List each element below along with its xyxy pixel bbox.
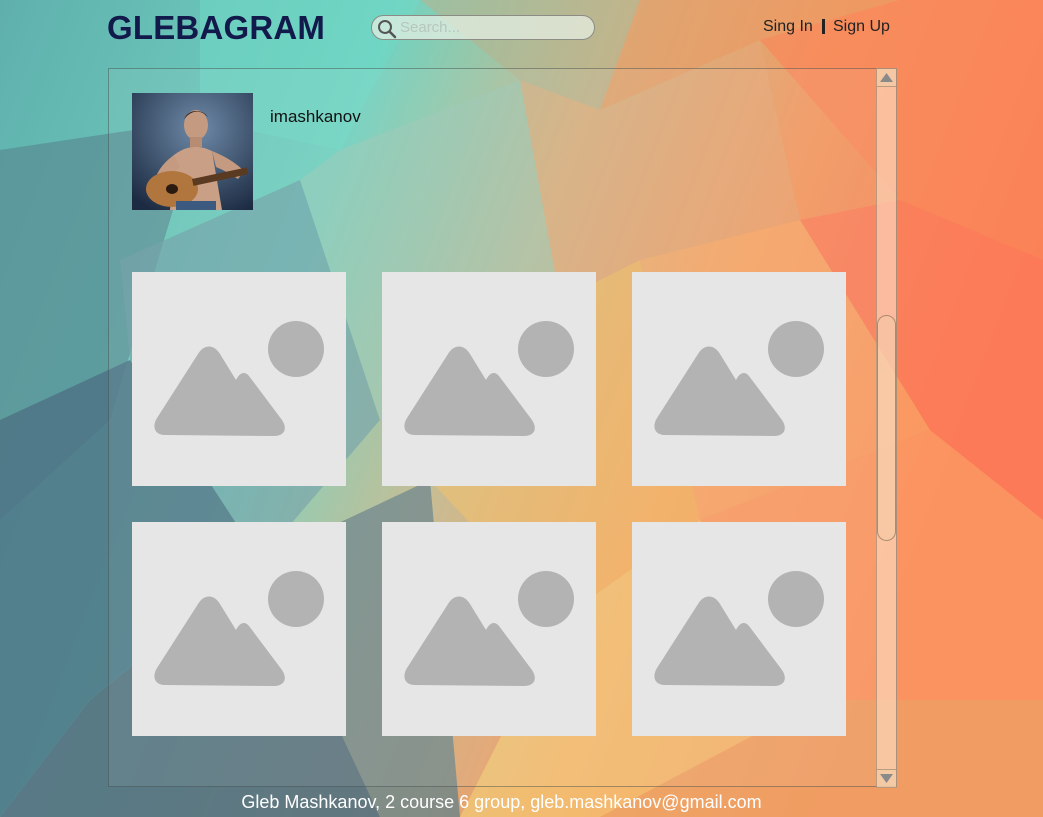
sign-up-link[interactable]: Sign Up <box>833 18 890 38</box>
image-placeholder-icon <box>154 321 324 436</box>
scroll-up-button[interactable] <box>877 69 896 87</box>
photo-placeholder[interactable] <box>132 272 346 486</box>
search-icon <box>378 20 397 39</box>
scroll-down-button[interactable] <box>877 769 896 787</box>
photo-placeholder[interactable] <box>632 272 846 486</box>
image-placeholder-icon <box>404 571 574 686</box>
image-placeholder-icon <box>654 321 824 436</box>
site-logo[interactable]: GLEBAGRAM <box>107 9 325 47</box>
scrollbar-thumb[interactable] <box>877 315 896 541</box>
auth-divider <box>822 19 825 34</box>
scrollbar[interactable] <box>876 68 897 788</box>
profile-username[interactable]: imashkanov <box>270 107 361 127</box>
photo-placeholder[interactable] <box>132 522 346 736</box>
image-placeholder-icon <box>404 321 574 436</box>
photo-placeholder[interactable] <box>382 522 596 736</box>
arrow-down-icon <box>880 774 893 783</box>
sign-in-link[interactable]: Sing In <box>763 18 813 38</box>
image-placeholder-icon <box>154 571 324 686</box>
image-placeholder-icon <box>654 571 824 686</box>
footer-credits: Gleb Mashkanov, 2 course 6 group, gleb.m… <box>241 792 762 812</box>
search-box[interactable] <box>371 15 595 40</box>
photo-placeholder[interactable] <box>382 272 596 486</box>
avatar[interactable] <box>132 93 253 210</box>
search-input[interactable] <box>400 18 585 37</box>
photo-placeholder[interactable] <box>632 522 846 736</box>
arrow-up-icon <box>880 73 893 82</box>
